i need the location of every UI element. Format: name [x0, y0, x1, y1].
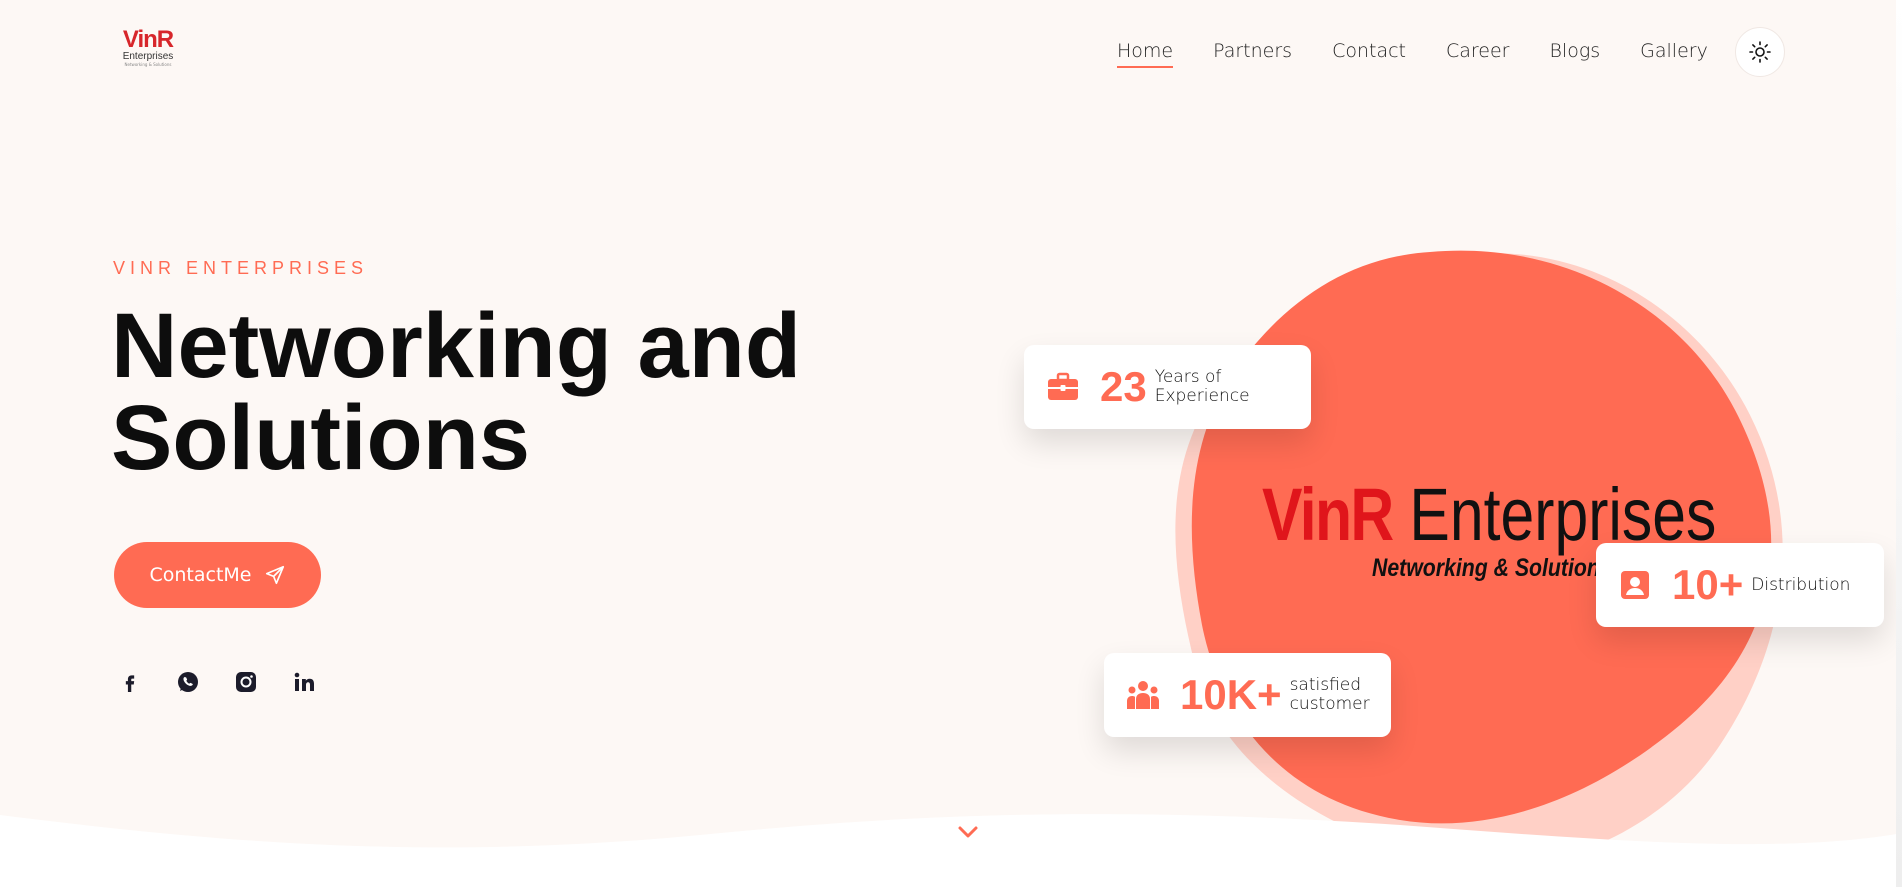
hero-eyebrow: VINR ENTERPRISES [113, 258, 369, 278]
logo-tagline: Networking & Solutions [124, 62, 172, 67]
stat-experience-label: Years of Experience [1155, 368, 1250, 406]
stat-distribution-label: Distribution [1751, 574, 1851, 595]
briefcase-icon [1046, 370, 1080, 404]
showcase-logo-vinr: VinR [1262, 473, 1394, 556]
scroll-down-chevron-icon[interactable] [957, 824, 979, 840]
stat-experience-label-1: Years of [1154, 367, 1222, 387]
social-links [116, 668, 318, 696]
nav-career[interactable]: Career [1446, 40, 1510, 68]
users-icon [1126, 678, 1160, 712]
facebook-icon[interactable] [116, 668, 144, 696]
contact-me-label: ContactMe [149, 564, 252, 586]
site-logo[interactable]: VinR Enterprises Networking & Solutions [120, 28, 176, 76]
stat-customers-label: satisfied customer [1290, 676, 1370, 714]
theme-toggle-button[interactable] [1735, 27, 1785, 77]
linkedin-icon[interactable] [290, 668, 318, 696]
stat-customers-label-1: satisfied [1289, 675, 1362, 695]
instagram-icon[interactable] [232, 668, 260, 696]
site-header: VinR Enterprises Networking & Solutions … [0, 0, 1902, 106]
sun-icon [1749, 41, 1771, 63]
stat-customers-value: 10K+ [1180, 671, 1282, 718]
stat-card-distribution: 10+ Distribution [1596, 543, 1884, 627]
main-nav: Home Partners Contact Career Blogs Galle… [1117, 40, 1748, 68]
stat-customers-label-2: customer [1289, 694, 1370, 714]
page-scrollbar[interactable] [1896, 0, 1902, 887]
stat-card-experience: 23 Years of Experience [1024, 345, 1311, 429]
contact-card-icon [1618, 568, 1652, 602]
bottom-wave [0, 814, 1902, 887]
stat-distribution-value: 10+ [1672, 561, 1744, 608]
stat-experience-label-2: Experience [1154, 386, 1250, 406]
nav-contact[interactable]: Contact [1332, 40, 1406, 68]
send-icon [265, 565, 284, 585]
nav-partners[interactable]: Partners [1213, 40, 1292, 68]
nav-blogs[interactable]: Blogs [1549, 40, 1600, 68]
nav-home[interactable]: Home [1117, 40, 1174, 68]
hero-title-line1: Networking and [111, 295, 802, 397]
hero-title: Networking and Solutions [111, 300, 871, 484]
logo-sub: Enterprises [122, 51, 174, 62]
whatsapp-icon[interactable] [174, 668, 202, 696]
logo-brand: VinR [122, 26, 174, 53]
stat-experience-value: 23 [1100, 363, 1147, 410]
nav-gallery[interactable]: Gallery [1640, 40, 1708, 68]
hero-title-line2: Solutions [111, 387, 531, 489]
contact-me-button[interactable]: ContactMe [114, 542, 321, 608]
stat-card-customers: 10K+ satisfied customer [1104, 653, 1391, 737]
